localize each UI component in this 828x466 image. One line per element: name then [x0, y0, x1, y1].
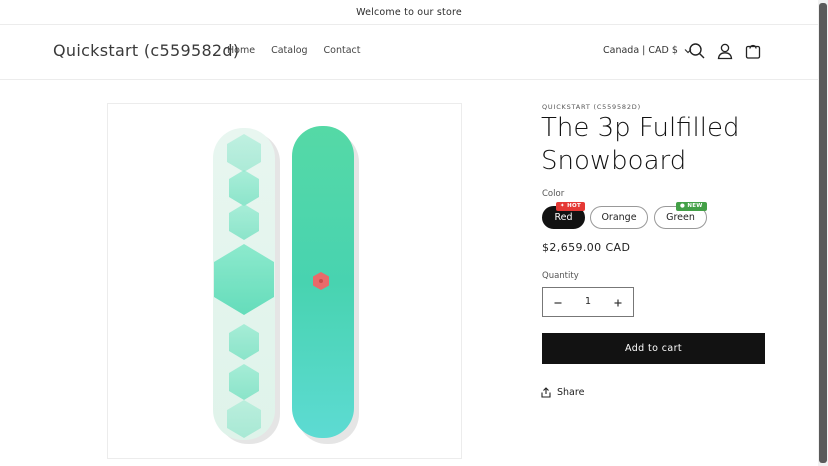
color-option-label: Orange: [601, 212, 637, 223]
share-label: Share: [557, 387, 585, 398]
quantity-increase-button[interactable]: [603, 288, 633, 316]
hot-badge-label: HOT: [567, 203, 582, 209]
account-icon[interactable]: [716, 42, 734, 60]
quantity-label: Quantity: [542, 271, 579, 281]
currency-selector[interactable]: Canada | CAD $: [603, 45, 692, 56]
color-option-orange[interactable]: Orange: [590, 206, 648, 229]
scrollbar-thumb[interactable]: [819, 3, 827, 463]
store-logo[interactable]: Quickstart (c559582d): [53, 41, 239, 60]
add-to-cart-button[interactable]: Add to cart: [542, 333, 765, 364]
plus-icon: [614, 299, 622, 306]
nav-item-catalog[interactable]: Catalog: [271, 45, 307, 56]
quantity-decrease-button[interactable]: [543, 288, 573, 316]
product-image[interactable]: [107, 103, 462, 459]
product-price: $2,659.00 CAD: [542, 241, 631, 254]
share-icon: [541, 387, 551, 398]
currency-label: Canada | CAD $: [603, 45, 678, 56]
color-option-label: Green: [666, 212, 695, 223]
announcement-bar: Welcome to our store: [0, 0, 818, 25]
new-badge: ● NEW: [676, 202, 707, 211]
product-vendor: QUICKSTART (C559582D): [542, 103, 641, 111]
color-option-label: Red: [554, 212, 573, 223]
nav-item-contact[interactable]: Contact: [324, 45, 361, 56]
nav-item-home[interactable]: Home: [227, 45, 255, 56]
page-scrollbar[interactable]: [818, 0, 828, 466]
quantity-stepper: 1: [542, 287, 634, 317]
snowboard-image: [213, 126, 359, 444]
minus-icon: [554, 301, 562, 304]
color-label: Color: [542, 189, 565, 199]
hot-badge: ✦ HOT: [556, 202, 586, 211]
cart-icon[interactable]: [744, 42, 762, 60]
main-nav: Home Catalog Contact: [227, 45, 361, 56]
site-header: Quickstart (c559582d) Home Catalog Conta…: [0, 25, 818, 80]
product-title: The 3p Fulfilled Snowboard: [541, 113, 740, 176]
new-badge-label: NEW: [687, 203, 703, 209]
quantity-input[interactable]: 1: [573, 288, 603, 316]
search-icon[interactable]: [688, 42, 706, 60]
share-button[interactable]: Share: [541, 387, 584, 398]
